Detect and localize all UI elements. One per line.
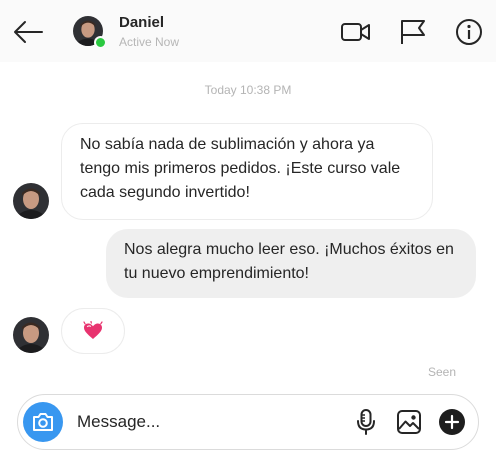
sender-avatar[interactable]	[13, 317, 49, 353]
sender-avatar[interactable]	[13, 183, 49, 219]
seen-receipt: Seen	[427, 365, 456, 379]
info-icon[interactable]	[454, 17, 484, 47]
flag-icon[interactable]	[398, 17, 428, 47]
camera-button[interactable]	[23, 402, 63, 442]
contact-status: Active Now	[119, 35, 180, 49]
gallery-icon[interactable]	[395, 408, 423, 436]
camera-icon	[33, 413, 53, 431]
chat-header: Daniel Active Now	[0, 0, 496, 62]
header-avatar[interactable]	[73, 16, 107, 49]
message-composer	[17, 394, 479, 450]
microphone-icon[interactable]	[352, 408, 380, 436]
message-input[interactable]	[77, 409, 347, 435]
sparkling-heart-icon	[83, 321, 103, 339]
thread-timestamp: Today 10:38 PM	[204, 83, 292, 97]
outgoing-message[interactable]: Nos alegra mucho leer eso. ¡Muchos éxito…	[106, 229, 476, 298]
plus-icon[interactable]	[438, 408, 466, 436]
heart-reaction-message[interactable]	[61, 308, 125, 354]
contact-name[interactable]: Daniel	[119, 14, 164, 31]
online-status-dot	[94, 36, 107, 49]
incoming-message[interactable]: No sabía nada de sublimación y ahora ya …	[61, 123, 433, 220]
video-camera-icon[interactable]	[340, 17, 370, 47]
back-arrow-icon[interactable]	[12, 18, 44, 46]
